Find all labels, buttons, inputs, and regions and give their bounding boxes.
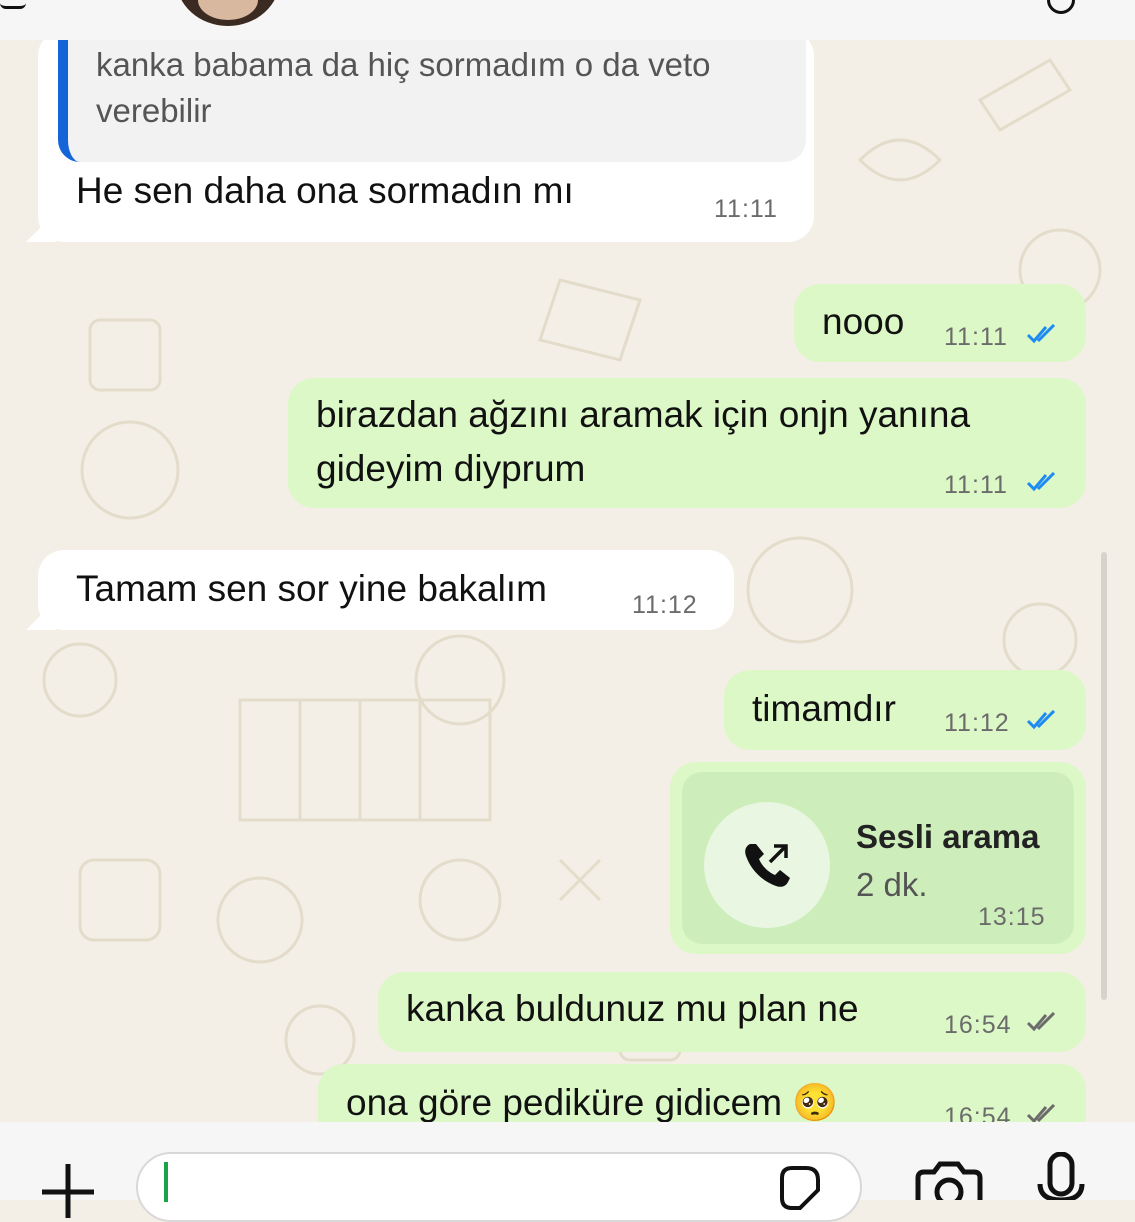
- message-bubble-outgoing[interactable]: nooo 11:11: [794, 284, 1086, 362]
- read-ticks-icon: [1026, 324, 1056, 344]
- message-bubble-outgoing[interactable]: kanka buldunuz mu plan ne 16:54: [378, 972, 1086, 1052]
- message-time: 16:54: [944, 1011, 1012, 1039]
- message-time: 11:12: [944, 709, 1010, 737]
- message-text: nooo: [822, 301, 905, 342]
- message-time: 16:54: [944, 1103, 1012, 1122]
- message-time: 11:11: [944, 323, 1008, 351]
- quoted-message[interactable]: kanka babama da hiç sormadım o da veto v…: [58, 40, 806, 162]
- message-bubble-incoming[interactable]: Tamam sen sor yine bakalım 11:12: [38, 550, 734, 630]
- chat-header: [0, 0, 1135, 40]
- message-time: 11:11: [944, 471, 1008, 499]
- message-text: Tamam sen sor yine bakalım: [76, 568, 547, 609]
- message-bubble-outgoing[interactable]: ona göre pediküre gidicem 🥺 16:54: [318, 1064, 1086, 1122]
- call-icon[interactable]: [1047, 0, 1075, 14]
- message-bubble-outgoing[interactable]: timamdır 11:12: [724, 670, 1086, 750]
- call-time: 13:15: [978, 903, 1046, 931]
- avatar[interactable]: [176, 0, 280, 26]
- message-bubble-incoming[interactable]: kanka babama da hiç sormadım o da veto v…: [38, 40, 814, 242]
- message-text: timamdır: [752, 688, 896, 729]
- message-input[interactable]: [136, 1152, 862, 1222]
- microphone-icon[interactable]: [1034, 1152, 1088, 1200]
- message-time: 11:12: [632, 591, 698, 619]
- sticker-icon[interactable]: [774, 1162, 824, 1212]
- read-ticks-icon: [1026, 710, 1056, 730]
- text-caret: [164, 1162, 168, 1202]
- message-text: ona göre pediküre gidicem 🥺: [346, 1082, 839, 1122]
- message-time: 11:11: [714, 195, 778, 223]
- message-text: He sen daha ona sormadın mı: [76, 170, 574, 211]
- voice-call-card[interactable]: Sesli arama 2 dk. 13:15: [682, 772, 1074, 944]
- call-title: Sesli arama: [856, 818, 1040, 855]
- camera-icon[interactable]: [914, 1160, 984, 1200]
- call-icon-circle: [704, 802, 830, 928]
- scrollbar[interactable]: [1101, 552, 1107, 1000]
- quoted-text: kanka babama da hiç sormadım o da veto v…: [96, 46, 711, 129]
- chat-area: kanka babama da hiç sormadım o da veto v…: [0, 40, 1135, 1122]
- message-bubble-outgoing[interactable]: birazdan ağzını aramak için onjn yanına …: [288, 378, 1086, 508]
- message-text: kanka buldunuz mu plan ne: [406, 988, 859, 1029]
- read-ticks-icon: [1026, 472, 1056, 492]
- delivered-ticks-icon: [1026, 1104, 1056, 1122]
- outgoing-call-icon: [745, 844, 790, 887]
- call-duration: 2 dk.: [856, 866, 928, 903]
- attach-plus-icon[interactable]: [38, 1158, 98, 1218]
- delivered-ticks-icon: [1026, 1012, 1056, 1032]
- back-icon[interactable]: [0, 0, 26, 9]
